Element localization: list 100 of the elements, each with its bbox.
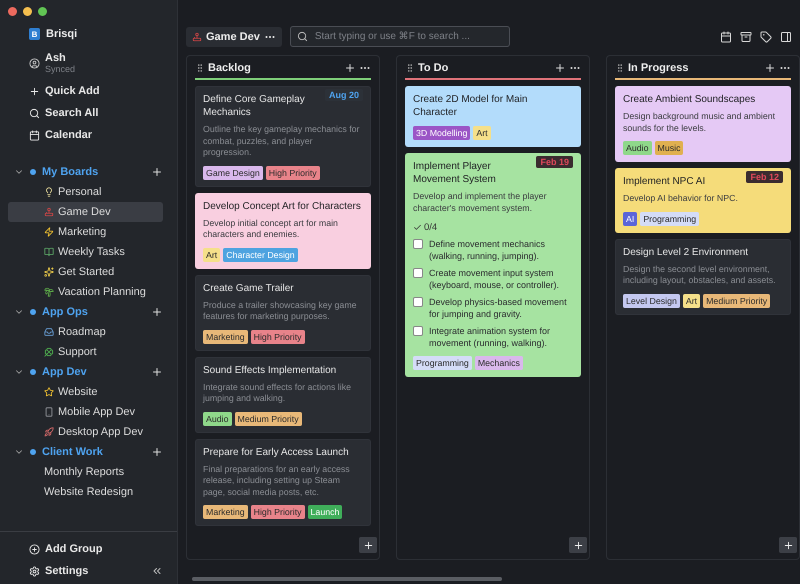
archive-icon[interactable] xyxy=(740,30,752,42)
tag: Launch xyxy=(308,505,342,519)
joystick-icon xyxy=(192,32,202,42)
checkbox[interactable] xyxy=(413,239,423,249)
tag: Medium Priority xyxy=(703,294,770,308)
drag-handle-icon[interactable] xyxy=(195,63,205,73)
group-name[interactable]: App Ops xyxy=(42,306,145,318)
tag: High Priority xyxy=(250,330,305,344)
add-card-button[interactable] xyxy=(569,537,587,553)
board-tab[interactable]: Game Dev xyxy=(186,26,282,46)
card-title: Develop Concept Art for Characters xyxy=(203,200,362,212)
add-board-icon[interactable] xyxy=(151,166,163,178)
board-item[interactable]: Get Started xyxy=(8,262,163,282)
checklist-item: Define movement mechanics (walking, running, jumping). xyxy=(429,239,546,262)
add-card-button[interactable] xyxy=(359,537,377,553)
tag: Marketing xyxy=(203,505,248,519)
board-item[interactable]: Monthly Reports xyxy=(8,462,163,482)
rocket-icon xyxy=(44,427,54,437)
tag: Character Design xyxy=(223,248,298,262)
board-item[interactable]: Desktop App Dev xyxy=(8,422,163,442)
add-card-icon[interactable] xyxy=(764,62,776,74)
board-item[interactable]: Weekly Tasks xyxy=(8,242,163,262)
board-item[interactable]: Roadmap xyxy=(8,322,163,342)
card-title: Create Ambient Soundscapes xyxy=(623,93,756,106)
nav-item[interactable]: Search All xyxy=(0,102,177,124)
card-title: Create 2D Model for Main Character xyxy=(413,93,528,119)
search-icon xyxy=(29,108,40,118)
checkbox[interactable] xyxy=(413,268,423,278)
card-description: Final preparations for an early access release, including setting up Steam page, social media posts, etc. xyxy=(203,464,351,498)
plus-icon xyxy=(362,540,374,550)
add-card-icon[interactable] xyxy=(554,62,566,74)
palm-tree-icon xyxy=(44,287,54,297)
task-card[interactable] xyxy=(405,153,581,377)
add-board-icon[interactable] xyxy=(151,306,163,318)
task-card[interactable]: Create Ambient Soundscapes Design background music and ambient sounds for the levels. Audio Music xyxy=(615,86,791,162)
inbox-icon xyxy=(44,327,54,337)
user-icon xyxy=(29,58,40,68)
group-name[interactable]: My Boards xyxy=(42,166,145,178)
task-card[interactable]: Prepare for Early Access Launch Final preparations for an early access release, including setting up Steam page, social media posts, etc. Marketing High Priority Launch xyxy=(195,438,371,526)
app-logo: B xyxy=(29,28,40,40)
tag: Art xyxy=(473,126,491,140)
group-dot xyxy=(30,309,36,315)
nav-item[interactable]: Calendar xyxy=(0,124,177,146)
card-description: Design the second level environment, including layout, obstacles, and assets. xyxy=(623,264,777,286)
board-item[interactable]: Website xyxy=(8,382,163,402)
task-card[interactable]: Implement NPC AI Feb 12 Develop AI behavior for NPC. AI Programming xyxy=(615,168,791,232)
add-board-icon[interactable] xyxy=(151,446,163,458)
task-card[interactable]: Sound Effects Implementation Integrate sound effects for actions like jumping and walking. Audio Medium Priority xyxy=(195,356,371,432)
checklist-progress: 0/4 xyxy=(424,222,438,233)
clover-icon xyxy=(44,347,54,357)
task-card[interactable]: Create Game Trailer Produce a trailer showcasing key game features for marketing purposes. Marketing High Priority xyxy=(195,274,371,350)
nav-item[interactable]: Quick Add xyxy=(0,80,177,102)
add-group-button[interactable]: Add Group xyxy=(0,538,177,560)
board-item[interactable]: Personal xyxy=(8,182,163,202)
board-item[interactable]: Marketing xyxy=(8,222,163,242)
checkbox[interactable] xyxy=(413,326,423,336)
plus-icon xyxy=(782,540,794,550)
group-dot xyxy=(30,369,36,375)
user-name: Ash xyxy=(45,52,67,64)
task-card[interactable]: Design Level 2 Environment Design the second level environment, including layout, obstacles, and assets. Level Design Art Medium Priority xyxy=(615,238,791,314)
bulb-icon xyxy=(44,187,54,197)
checkbox[interactable] xyxy=(413,297,423,307)
card-description: Outline the key gameplay mechanics for combat, puzzles, and player progression. xyxy=(203,124,360,158)
plus-icon xyxy=(29,86,40,96)
board-item[interactable]: Support xyxy=(8,342,163,362)
add-card-icon[interactable] xyxy=(344,62,356,74)
minimize-window-button[interactable] xyxy=(23,7,32,16)
horizontal-scrollbar[interactable] xyxy=(192,577,502,581)
group-name[interactable]: App Dev xyxy=(42,366,145,378)
board-item[interactable]: Game Dev xyxy=(8,202,163,222)
add-board-icon[interactable] xyxy=(151,366,163,378)
tag-icon[interactable] xyxy=(760,30,772,42)
calendar-icon[interactable] xyxy=(720,30,732,42)
plus-icon xyxy=(572,540,584,550)
task-card[interactable]: Create 2D Model for Main Character 3D Modelling Art xyxy=(405,86,581,147)
tag: High Priority xyxy=(250,505,305,519)
board-item[interactable]: Mobile App Dev xyxy=(8,402,163,422)
board-item[interactable]: Vacation Planning xyxy=(8,282,163,302)
due-date: Feb 12 xyxy=(746,171,783,183)
add-card-button[interactable] xyxy=(779,537,797,553)
task-card[interactable]: Define Core Gameplay Mechanics Aug 20 Outline the key gameplay mechanics for combat, puzzles, and player progression. Game Design High Priority xyxy=(195,86,371,186)
app-name: Brisqi xyxy=(46,28,78,40)
drag-handle-icon[interactable] xyxy=(615,63,625,73)
drag-handle-icon[interactable] xyxy=(405,63,415,73)
card-description: Develop and implement the player character's movement system. xyxy=(413,191,548,214)
maximize-window-button[interactable] xyxy=(38,7,47,16)
collapse-sidebar-icon[interactable] xyxy=(151,565,163,577)
board-item[interactable]: Website Redesign xyxy=(8,482,163,502)
lightning-icon xyxy=(44,227,54,237)
phone-icon xyxy=(44,407,54,417)
panel-icon[interactable] xyxy=(780,30,792,42)
settings-label[interactable]: Settings xyxy=(45,565,88,577)
group-name[interactable]: Client Work xyxy=(42,446,145,458)
task-card[interactable]: Develop Concept Art for Characters Develop initial concept art for main characters and enemies. Art Character Design xyxy=(195,192,371,268)
sync-status: Synced xyxy=(45,64,76,74)
column-title: To Do xyxy=(418,62,450,74)
check-icon xyxy=(413,223,422,232)
card-title: Create Game Trailer xyxy=(203,282,295,294)
search-field[interactable]: Start typing or use ⌘F to search ... xyxy=(290,26,510,47)
close-window-button[interactable] xyxy=(8,7,17,16)
